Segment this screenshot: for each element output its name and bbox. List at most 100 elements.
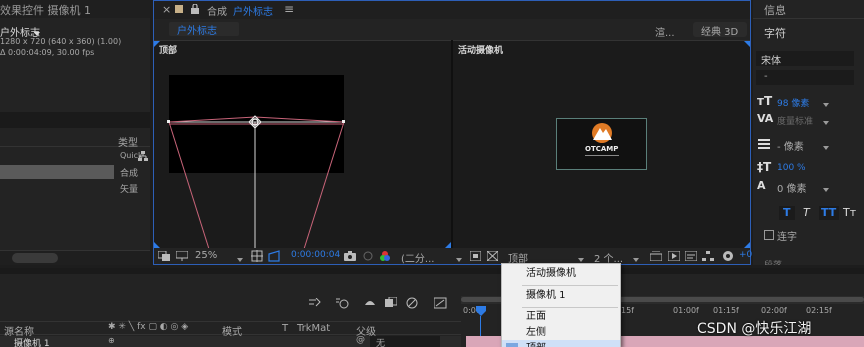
row-type: 合成 [120,169,139,179]
fast-previews-icon[interactable] [667,250,681,264]
kerning-dropdown-icon[interactable] [823,117,829,128]
always-preview-icon[interactable] [157,250,170,264]
all-caps-button[interactable]: TT [819,206,839,220]
timeline-icon[interactable] [684,250,698,264]
font-family-select[interactable]: 宋体 [756,51,854,67]
ligature-checkbox[interactable] [764,230,774,240]
comp-title-prefix: 合成 [207,7,227,18]
frame-blending-icon[interactable] [385,296,398,312]
faux-bold-button[interactable]: T [779,206,795,220]
project-column-header: 类型 [0,133,150,149]
logo-icon [592,123,612,143]
divider [753,18,864,19]
vertical-scale-value[interactable]: 100 % [777,163,806,173]
renderer-settings[interactable]: 渲... [655,24,675,39]
zoom-dropdown-icon[interactable] [237,254,243,265]
column-type[interactable]: 类型 [118,134,138,149]
checkmark-icon [506,343,518,347]
info-tab[interactable]: 信息 [764,2,786,18]
small-caps-button[interactable]: Tт [841,206,861,220]
project-row[interactable]: 矢量 [0,181,150,195]
watermark: CSDN @快乐江湖 [697,321,812,337]
paragraph-tab[interactable]: 段落 [764,258,782,265]
kerning-value[interactable]: 度量标准 [777,114,813,127]
layer-switch-icon[interactable]: ⊕ [108,336,115,345]
font-family-value: 宋体 [761,56,781,67]
bpc-toggle[interactable] [12,253,58,263]
mask-path-icon[interactable] [268,250,280,265]
effect-controls-tab[interactable]: 效果控件 摄像机 1 [0,2,91,18]
font-size-value[interactable]: 98 像素 [777,96,809,109]
menu-item-active-camera[interactable]: 活动摄像机 [502,265,620,283]
reset-exposure-icon[interactable] [722,250,734,265]
renderer-button[interactable]: 经典 3D [693,22,747,38]
baseline-dropdown-icon[interactable] [823,184,829,195]
monitor-icon[interactable] [175,250,189,264]
stroke-width-value[interactable]: - 像素 [777,138,804,153]
left-tab-bar: 效果控件 摄像机 1 [0,0,150,18]
baseline-shift-value[interactable]: 0 像素 [777,180,807,195]
playhead[interactable] [476,306,486,316]
col-t[interactable]: T [282,323,288,334]
view-label: 活动摄像机 [458,46,504,56]
pickwhip-icon[interactable]: @ [356,335,365,345]
comp-header: × 合成 户外标志 ≡ [154,1,750,19]
safe-margins-icon[interactable] [251,250,263,265]
parent-select[interactable]: 无 [370,336,440,347]
menu-item-camera-1[interactable]: 摄像机 1 [502,287,620,305]
baseline-shift-icon: A [757,179,766,192]
layer-column-header: 源名称 ✱ ✳ ╲ fx ▢ ◐ ◎ ◈ 模式 T TrkMat 父级 [0,321,461,338]
shy-layers-icon[interactable] [364,297,376,312]
close-icon[interactable]: × [162,3,171,16]
font-size-dropdown-icon[interactable] [823,99,829,110]
graph-editor-icon[interactable] [406,297,418,312]
menu-separator [522,285,618,286]
flowchart-icon[interactable] [702,251,714,264]
transparency-grid-icon[interactable] [486,250,499,264]
stroke-dropdown-icon[interactable] [823,142,829,153]
snapshot-icon[interactable] [344,251,356,264]
camera-preview: OTCAMP [556,118,647,170]
lock-icon[interactable] [191,3,199,17]
resolution-select[interactable]: (二分... [401,250,434,265]
logo-underline [585,155,619,156]
toggle-pixel-aspect-icon[interactable] [649,250,663,264]
vertical-scale-icon: ‡T [757,160,772,174]
menu-item-top[interactable]: 顶部 [502,340,620,347]
views-dropdown-icon[interactable] [633,254,639,265]
time-tick: 15f [621,306,634,315]
resolution-dropdown-icon[interactable] [456,254,462,265]
brainstorm-icon[interactable] [433,297,448,312]
layer-name[interactable]: 摄像机 1 [14,336,50,347]
region-of-interest-icon[interactable] [469,250,482,264]
project-search-input[interactable] [0,112,150,128]
draft-3d-icon[interactable] [309,297,321,311]
comp-color-label[interactable] [175,5,183,13]
project-row[interactable]: Quick [0,150,150,164]
faux-italic-button[interactable]: T [799,206,815,220]
show-snapshot-icon[interactable] [363,251,373,264]
comp-title: 户外标志 [233,7,273,18]
stroke-width-icon [758,139,770,152]
current-time[interactable]: 0:00:00:04 [291,250,340,260]
character-tab[interactable]: 字符 [764,25,786,41]
layer-row[interactable]: 摄像机 1 ⊕ @ 无 [0,335,461,347]
kerning-icon: VA [757,112,774,125]
switches-icons: ✱ ✳ ╲ fx ▢ ◐ ◎ ◈ [108,322,189,332]
project-panel: 效果控件 摄像机 1 户外标志 1280 x 720 (640 x 360) (… [0,0,150,265]
panel-menu-icon[interactable]: ≡ [284,2,294,16]
time-tick: 02:00f [761,306,787,315]
zoom-select[interactable]: 25% [195,250,217,261]
active-camera-view[interactable]: 活动摄像机 OTCAMP [453,40,750,248]
comp-tab[interactable]: 户外标志 [169,22,239,37]
ligature-label: 连字 [777,232,797,243]
color-channels-icon[interactable] [379,250,391,265]
font-style-select[interactable]: - [756,70,854,85]
project-row-selected[interactable] [0,165,114,179]
col-trkmat[interactable]: TrkMat [297,323,330,334]
camera-wireframe[interactable] [154,41,451,249]
comp-toolbar: 25% 0:00:00:04 (二分... 顶部 2 个... +0.0 [154,248,761,265]
time-tick: 02:15f [806,306,832,315]
motion-blur-icon[interactable] [336,297,350,312]
top-view[interactable]: 顶部 [154,40,451,249]
